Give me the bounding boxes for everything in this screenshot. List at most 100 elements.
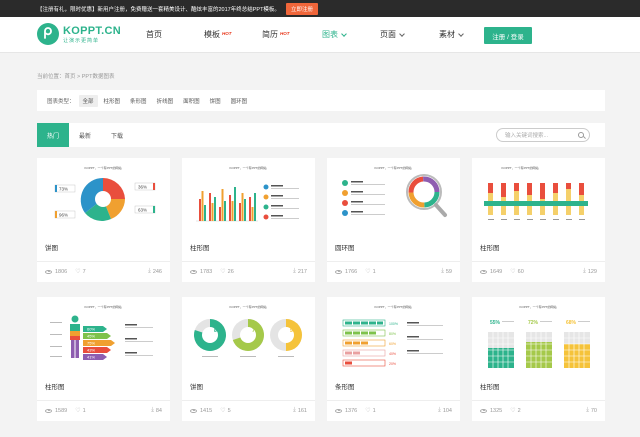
card-stats: 1415 ♡ 5 ⤓ 161 (190, 407, 307, 414)
card-title[interactable]: 条形图 (335, 381, 355, 391)
download-icon[interactable]: ⤓ (151, 407, 154, 414)
search-input[interactable]: 输入关键词搜索... (496, 128, 590, 142)
thumb-up-icon[interactable]: ♡ (365, 268, 370, 275)
svg-text:73%: 73% (59, 187, 68, 192)
svg-text:45%: 45% (87, 334, 95, 339)
svg-text:60%: 60% (87, 327, 95, 332)
svg-text:20%: 20% (389, 362, 396, 366)
register-login-button[interactable]: 注册 / 登录 (484, 27, 532, 44)
logo-tagline: 让演示更简单 (63, 37, 100, 44)
svg-text:KOPPT，一个有PPT的网站: KOPPT，一个有PPT的网站 (519, 304, 556, 309)
svg-text:KOPPT，一个有PPT的网站: KOPPT，一个有PPT的网站 (229, 304, 266, 309)
thumb-up-icon[interactable]: ♡ (510, 407, 515, 414)
template-card[interactable]: KOPPT，一个有PPT的网站 柱形图 1783 ♡ 26 ⤓ 217 (182, 158, 315, 282)
thumb-up-icon[interactable]: ♡ (510, 268, 515, 275)
chart-type-filter: 图表类型： 全部 柱形图 条形图 折线图 面积图 饼图 圆环图 (37, 90, 605, 111)
card-title[interactable]: 圆环图 (335, 242, 355, 252)
download-icon[interactable]: ⤓ (438, 407, 441, 414)
card-title[interactable]: 柱形图 (45, 381, 65, 391)
tab-latest[interactable]: 最新 (69, 123, 101, 147)
hot-badge: HOT (222, 30, 232, 36)
svg-text:80%: 80% (389, 332, 396, 336)
download-icon[interactable]: ⤓ (293, 407, 296, 414)
template-card[interactable]: KOPPT，一个有PPT的网站 60% 45% 75% 43% 41% 柱形图 … (37, 297, 170, 421)
nav-item-templates[interactable]: 模板 HOT (204, 29, 232, 40)
template-card[interactable]: KOPPT，一个有PPT的网站 柱形图 1649 ♡ 60 ⤓ 129 (472, 158, 605, 282)
logo-name: KOPPT.CN (63, 24, 122, 37)
eye-icon (480, 408, 487, 413)
download-icon[interactable]: ⤓ (148, 268, 151, 275)
template-card[interactable]: KOPPT，一个有PPT的网站 55% 72% 68% 柱形图 1325 ♡ 2… (472, 297, 605, 421)
download-icon[interactable]: ⤓ (293, 268, 296, 275)
template-card[interactable]: KOPPT，一个有PPT的网站 100% 80% 60% 40% 20% 条形图… (327, 297, 460, 421)
logo-icon (37, 23, 59, 45)
nav-item-home[interactable]: 首页 (146, 29, 162, 40)
svg-text:80%: 80% (214, 328, 225, 334)
filter-option-line[interactable]: 折线图 (153, 95, 178, 107)
eye-icon (190, 408, 197, 413)
card-title[interactable]: 饼图 (190, 381, 203, 391)
search-icon[interactable] (578, 132, 584, 138)
download-icon[interactable]: ⤓ (441, 268, 444, 275)
card-title[interactable]: 柱形图 (480, 242, 500, 252)
svg-text:100%: 100% (389, 322, 398, 326)
card-stats: 1783 ♡ 26 ⤓ 217 (190, 268, 307, 275)
chevron-down-icon (399, 30, 405, 37)
logo[interactable]: KOPPT.CN 让演示更简单 (37, 23, 121, 45)
svg-text:KOPPT，一个有PPT的网站: KOPPT，一个有PPT的网站 (84, 304, 121, 309)
svg-text:68%: 68% (566, 320, 577, 326)
promo-register-button[interactable]: 立即注册 (285, 2, 318, 15)
card-title[interactable]: 柱形图 (480, 381, 500, 391)
svg-text:96%: 96% (59, 213, 68, 218)
template-card[interactable]: KOPPT，一个有PPT的网站 80% 70% 50% 饼图 1415 ♡ 5 ⤓… (182, 297, 315, 421)
card-stats: 1649 ♡ 60 ⤓ 129 (480, 268, 597, 275)
nav-item-assets[interactable]: 素材 (439, 29, 464, 40)
thumb-up-icon[interactable]: ♡ (75, 407, 80, 414)
template-card[interactable]: KOPPT，一个有PPT的网站 73% 96% 36% 63% 饼图 1806 … (37, 158, 170, 282)
tab-downloads[interactable]: 下载 (101, 123, 133, 147)
filter-option-pie[interactable]: 饼图 (206, 95, 225, 107)
nav-item-resume[interactable]: 简历 HOT (262, 29, 290, 40)
template-thumbnail[interactable]: KOPPT，一个有PPT的网站 73% 96% 36% 63% (45, 163, 162, 233)
thumb-up-icon[interactable]: ♡ (220, 407, 225, 414)
download-icon[interactable]: ⤓ (583, 268, 586, 275)
breadcrumb: 当前位置：首页 > PPT数据图表 (37, 74, 115, 80)
template-thumbnail[interactable]: KOPPT，一个有PPT的网站 100% 80% 60% 40% 20% (335, 302, 452, 372)
svg-text:KOPPT，一个有PPT的网站: KOPPT，一个有PPT的网站 (229, 165, 266, 170)
filter-option-area[interactable]: 面积图 (179, 95, 204, 107)
template-thumbnail[interactable]: KOPPT，一个有PPT的网站 (480, 163, 597, 233)
eye-icon (190, 269, 197, 274)
template-thumbnail[interactable]: KOPPT，一个有PPT的网站 60% 45% 75% 43% 41% (45, 302, 162, 372)
thumb-up-icon[interactable]: ♡ (365, 407, 370, 414)
template-thumbnail[interactable]: KOPPT，一个有PPT的网站 55% 72% 68% (480, 302, 597, 372)
svg-text:72%: 72% (528, 320, 539, 326)
filter-option-column[interactable]: 柱形图 (100, 95, 125, 107)
svg-text:55%: 55% (490, 320, 501, 326)
search-placeholder: 输入关键词搜索... (505, 133, 549, 139)
thumb-up-icon[interactable]: ♡ (220, 268, 225, 275)
svg-text:40%: 40% (389, 352, 396, 356)
nav-item-pages[interactable]: 页面 (380, 29, 405, 40)
card-title[interactable]: 饼图 (45, 242, 58, 252)
tab-hot[interactable]: 热门 (37, 123, 69, 147)
thumb-up-icon[interactable]: ♡ (75, 268, 80, 275)
svg-text:60%: 60% (389, 342, 396, 346)
main-nav: KOPPT.CN 让演示更简单 首页 模板 HOT 简历 HOT 图表 页面 素… (0, 17, 640, 53)
download-icon[interactable]: ⤓ (586, 407, 589, 414)
template-card[interactable]: KOPPT，一个有PPT的网站 圆环图 1766 ♡ 1 ⤓ 59 (327, 158, 460, 282)
svg-text:43%: 43% (87, 348, 95, 353)
nav-item-charts[interactable]: 图表 (322, 29, 347, 40)
svg-text:KOPPT，一个有PPT的网站: KOPPT，一个有PPT的网站 (374, 304, 411, 309)
card-stats: 1806 ♡ 7 ⤓ 246 (45, 268, 162, 275)
eye-icon (45, 408, 52, 413)
svg-text:50%: 50% (290, 328, 301, 334)
eye-icon (335, 269, 342, 274)
filter-option-donut[interactable]: 圆环图 (227, 95, 252, 107)
template-thumbnail[interactable]: KOPPT，一个有PPT的网站 (335, 163, 452, 233)
template-thumbnail[interactable]: KOPPT，一个有PPT的网站 80% 70% 50% (190, 302, 307, 372)
eye-icon (335, 408, 342, 413)
filter-option-bar[interactable]: 条形图 (126, 95, 151, 107)
template-thumbnail[interactable]: KOPPT，一个有PPT的网站 (190, 163, 307, 233)
filter-option-all[interactable]: 全部 (78, 94, 98, 107)
card-title[interactable]: 柱形图 (190, 242, 210, 252)
